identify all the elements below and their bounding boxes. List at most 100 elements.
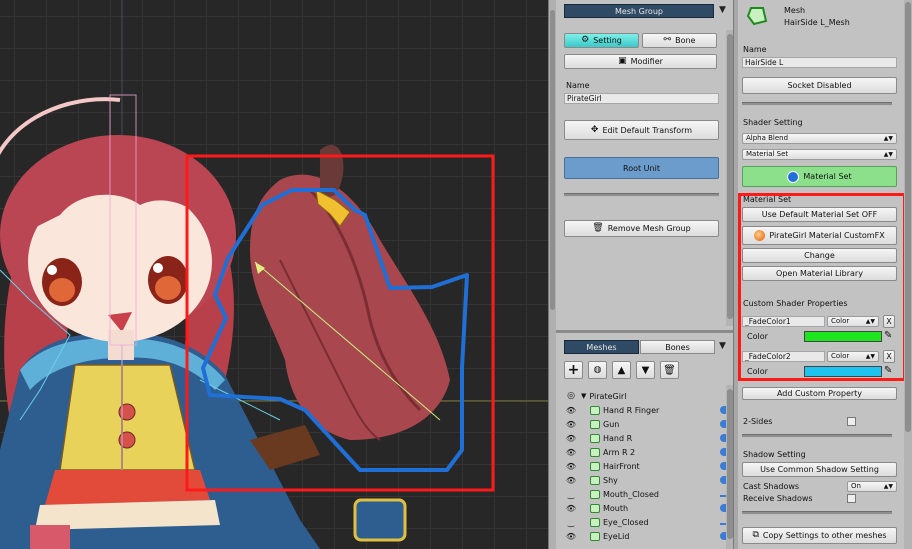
receive-shadows-label: Receive Shadows xyxy=(743,494,813,503)
prop-color-label: Color xyxy=(747,367,768,376)
blend-mode-select[interactable]: Alpha Blend ▲▼ xyxy=(742,133,897,144)
remove-mesh-group-button[interactable]: 🗑 Remove Mesh Group xyxy=(564,220,719,237)
mesh-list-label: Arm R 2 xyxy=(603,447,636,457)
tab-meshes[interactable]: Meshes xyxy=(564,340,639,354)
use-default-material-button[interactable]: Use Default Material Set OFF xyxy=(742,207,897,222)
chevron-down-icon: ▲▼ xyxy=(883,151,893,158)
mesh-list-item[interactable]: 👁 Shy xyxy=(564,473,734,487)
mesh-list-item[interactable]: 👁 Gun xyxy=(564,417,734,431)
mesh-list-item[interactable]: 👁 Arm R 2 xyxy=(564,445,734,459)
arrow-down-icon[interactable]: ▼ xyxy=(636,361,655,379)
root-toggle-icon[interactable]: ◎ xyxy=(564,391,578,401)
copy-settings-button[interactable]: ⧉ Copy Settings to other meshes xyxy=(742,527,897,544)
mesh-name-label: HairSide L_Mesh xyxy=(784,18,850,27)
mesh-icon xyxy=(590,531,600,541)
mesh-icon xyxy=(746,7,768,26)
remove-prop-button[interactable]: X xyxy=(883,350,895,363)
delete-icon: 🗑 xyxy=(592,223,604,233)
character-scene xyxy=(0,0,548,549)
prop-color-label: Color xyxy=(747,332,768,341)
mesh-icon xyxy=(590,475,600,485)
eye-icon[interactable]: 👁 xyxy=(564,504,578,513)
open-material-library-button[interactable]: Open Material Library xyxy=(742,266,897,281)
name-label: Name xyxy=(566,81,590,90)
color-swatch[interactable] xyxy=(804,366,882,377)
mesh-list-label: EyeLid xyxy=(603,531,630,541)
mesh-inspector: Mesh HairSide L_Mesh Name HairSide L Soc… xyxy=(738,0,912,549)
material-set-label: Material Set xyxy=(743,195,792,204)
mesh-icon xyxy=(590,405,600,415)
expand-icon[interactable]: ▼ xyxy=(581,392,586,400)
mesh-type-label: Mesh xyxy=(784,6,806,15)
mesh-list-label: Hand R Finger xyxy=(603,405,660,415)
hierarchy-menu-icon[interactable]: ▼ xyxy=(719,341,726,351)
modifier-button[interactable]: ▣ Modifier xyxy=(564,54,717,69)
cast-shadows-select[interactable]: On ▲▼ xyxy=(847,481,897,492)
mesh-button-icon[interactable]: ◍ xyxy=(588,361,607,379)
tab-bones[interactable]: Bones xyxy=(640,340,715,354)
edit-default-transform-button[interactable]: ✥ Edit Default Transform xyxy=(564,120,719,140)
material-name-button[interactable]: PirateGirl Material CustomFX xyxy=(742,226,897,245)
inspector-scrollbar[interactable] xyxy=(904,0,912,549)
eye-icon[interactable]: ‿ xyxy=(564,490,578,499)
hierarchy-root[interactable]: ◎ ▼ PirateGirl xyxy=(564,389,734,403)
add-custom-property-button[interactable]: Add Custom Property xyxy=(742,387,897,400)
material-set-button[interactable]: Material Set xyxy=(742,166,897,187)
receive-shadows-checkbox[interactable] xyxy=(847,494,856,503)
chevron-down-icon: ▲▼ xyxy=(883,135,893,142)
mesh-list-label: Gun xyxy=(603,419,620,429)
custom-shader-properties-label: Custom Shader Properties xyxy=(743,299,848,308)
material-ball-icon xyxy=(754,230,766,241)
root-unit-button[interactable]: Root Unit xyxy=(564,157,719,179)
mesh-list-item[interactable]: 👁 EyeLid xyxy=(564,529,734,543)
mesh-list-item[interactable]: 👁 Mouth xyxy=(564,501,734,515)
eye-icon[interactable]: 👁 xyxy=(564,406,578,415)
panel-menu-icon[interactable]: ▼ xyxy=(719,5,726,15)
arrow-up-icon[interactable]: ▲ xyxy=(612,361,631,379)
copy-icon: ⧉ xyxy=(752,530,759,540)
eye-icon[interactable]: 👁 xyxy=(564,434,578,443)
mesh-name-field[interactable]: HairSide L xyxy=(742,57,897,68)
viewport-splitter[interactable] xyxy=(548,0,556,549)
mesh-list-item[interactable]: 👁 HairFront xyxy=(564,459,734,473)
scene-viewport[interactable] xyxy=(0,0,548,549)
mesh-list-item[interactable]: 👁 Hand R Finger xyxy=(564,403,734,417)
name-field[interactable]: PirateGirl xyxy=(564,93,719,104)
prop-name-field[interactable]: _FadeColor2 xyxy=(742,351,825,362)
mesh-icon xyxy=(590,517,600,527)
eye-icon[interactable]: ‿ xyxy=(564,518,578,527)
mesh-list-item[interactable]: 👁 Hand R xyxy=(564,431,734,445)
material-icon xyxy=(787,170,800,183)
prop-name-field[interactable]: _FadeColor1 xyxy=(742,316,825,327)
eye-icon[interactable]: 👁 xyxy=(564,420,578,429)
bone-icon: ⚯ xyxy=(663,35,672,45)
use-common-shadow-button[interactable]: Use Common Shadow Setting xyxy=(742,462,897,477)
change-button[interactable]: Change xyxy=(742,248,897,263)
tab-setting[interactable]: ⚙ Setting xyxy=(564,33,639,48)
delete-icon[interactable]: 🗑 xyxy=(660,361,679,379)
eye-icon[interactable]: 👁 xyxy=(564,462,578,471)
prop-type-select[interactable]: Color ▲▼ xyxy=(827,316,879,327)
two-sides-checkbox[interactable] xyxy=(847,417,856,426)
color-swatch[interactable] xyxy=(804,331,882,342)
mesh-list-item[interactable]: ‿ Mouth_Closed xyxy=(564,487,734,501)
chevron-down-icon: ▲▼ xyxy=(865,353,875,360)
eye-icon[interactable]: 👁 xyxy=(564,532,578,541)
mesh-list-item[interactable]: ‿ Eye_Closed xyxy=(564,515,734,529)
mesh-list-label: Shy xyxy=(603,475,618,485)
eye-icon[interactable]: 👁 xyxy=(564,448,578,457)
modifier-icon: ▣ xyxy=(618,56,627,66)
prop-type-select[interactable]: Color ▲▼ xyxy=(827,351,879,362)
remove-prop-button[interactable]: X xyxy=(883,315,895,328)
socket-button[interactable]: Socket Disabled xyxy=(742,77,897,94)
eyedropper-icon[interactable]: ✎ xyxy=(884,365,892,376)
eyedropper-icon[interactable]: ✎ xyxy=(884,330,892,341)
eye-icon[interactable]: 👁 xyxy=(564,476,578,485)
two-sides-label: 2-Sides xyxy=(743,417,773,426)
mesh-list-label: Eye_Closed xyxy=(603,517,649,527)
mesh-list-label: Mouth xyxy=(603,503,629,513)
material-mode-select[interactable]: Material Set ▲▼ xyxy=(742,149,897,160)
tab-bone[interactable]: ⚯ Bone xyxy=(642,33,717,48)
mesh-icon xyxy=(590,447,600,457)
add-icon[interactable]: + xyxy=(564,361,583,379)
